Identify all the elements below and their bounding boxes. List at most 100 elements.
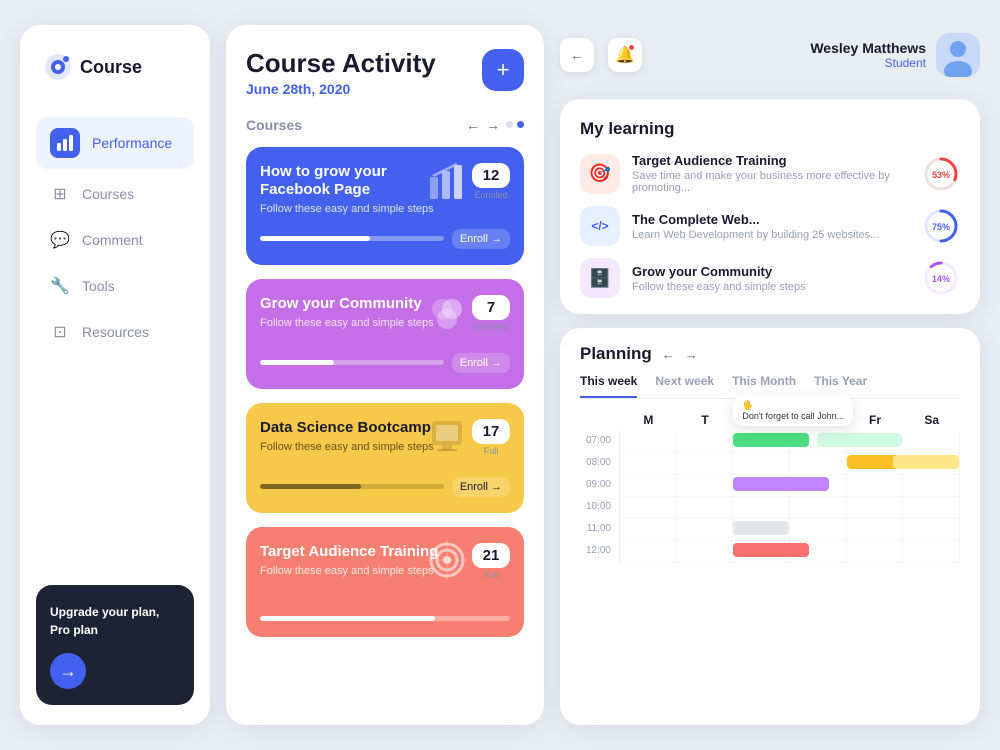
cal-header-t: T <box>677 409 734 431</box>
sidebar-item-comment[interactable]: 💬 Comment <box>36 219 194 261</box>
user-avatar <box>936 33 980 77</box>
sidebar-item-resources[interactable]: ⊡ Resources <box>36 311 194 353</box>
logo-icon <box>44 53 72 81</box>
courses-nav: Courses ← → <box>246 117 524 133</box>
event-tooltip: 🖐️ Don't forget to call John... <box>733 395 853 426</box>
panel-date: June 28th, 2020 <box>246 81 436 97</box>
course-card-fb[interactable]: How to grow your Facebook Page Follow th… <box>246 147 524 265</box>
svg-text:14%: 14% <box>932 274 950 284</box>
enroll-button-datascience[interactable]: Enroll → <box>452 477 510 497</box>
tools-icon: 🔧 <box>50 276 70 296</box>
count-badge-fb: 12 <box>472 163 510 188</box>
sidebar-item-performance-label: Performance <box>92 135 172 151</box>
back-button[interactable]: ← <box>560 38 594 72</box>
course-name-datascience: Data Science Bootcamp <box>260 419 434 437</box>
time-1200: 12:00 <box>580 541 620 563</box>
count-badge-target: 21 <box>472 543 510 568</box>
card-illustration-target <box>422 535 472 590</box>
time-0800: 08:00 <box>580 453 620 475</box>
count-label-target: Full <box>472 570 510 580</box>
course-name-target: Target Audience Training <box>260 543 438 561</box>
sidebar-item-courses[interactable]: ⊞ Courses <box>36 173 194 215</box>
notification-dot <box>628 44 635 51</box>
sidebar-logo: Course <box>36 53 194 81</box>
planning-panel: Planning ← → This week Next week This Mo… <box>560 328 980 725</box>
tab-next-week[interactable]: Next week <box>655 374 714 398</box>
progress-fill-community <box>260 360 334 365</box>
user-name: Wesley Matthews <box>810 40 926 56</box>
course-name-fb: How to grow your Facebook Page <box>260 163 440 199</box>
next-arrow-button[interactable]: → <box>486 117 500 133</box>
comment-icon: 💬 <box>50 230 70 250</box>
progress-fill-fb <box>260 236 370 241</box>
course-cards: How to grow your Facebook Page Follow th… <box>246 147 524 637</box>
card-illustration-community <box>422 289 472 344</box>
learning-icon-webdev: </> <box>580 206 620 246</box>
svg-text:75%: 75% <box>932 222 950 232</box>
li-desc-webdev: Learn Web Development by building 25 web… <box>632 229 910 241</box>
dot-2 <box>517 121 524 128</box>
planning-next-button[interactable]: → <box>685 347 698 362</box>
li-desc-target: Save time and make your business more ef… <box>632 170 910 194</box>
course-card-target[interactable]: Target Audience Training Follow these ea… <box>246 527 524 637</box>
count-label-datascience: Full <box>472 446 510 456</box>
li-title-target: Target Audience Training <box>632 153 910 168</box>
middle-panel: Course Activity June 28th, 2020 + Course… <box>226 25 544 725</box>
cal-header-sa: Sa <box>903 409 960 431</box>
planning-prev-button[interactable]: ← <box>662 347 675 362</box>
upgrade-text: Upgrade your plan, Pro plan <box>50 603 180 639</box>
learning-icon-community: 🗄️ <box>580 258 620 298</box>
count-label-fb: Enrolled <box>472 190 510 200</box>
notification-icon[interactable]: 🔔 <box>608 38 642 72</box>
course-name-community: Grow your Community <box>260 295 434 313</box>
course-card-datascience[interactable]: Data Science Bootcamp Follow these easy … <box>246 403 524 513</box>
time-0700: 07:00 <box>580 431 620 453</box>
sidebar-item-performance[interactable]: Performance <box>36 117 194 169</box>
user-info: Wesley Matthews Student <box>810 33 980 77</box>
enroll-button-fb[interactable]: Enroll → <box>452 229 510 249</box>
nav-arrows: ← → <box>466 117 524 133</box>
add-button[interactable]: + <box>482 49 524 91</box>
learning-items: 🎯 Target Audience Training Save time and… <box>580 153 960 298</box>
logo-text: Course <box>80 57 142 78</box>
time-0900: 09:00 <box>580 475 620 497</box>
top-bar: ← 🔔 Wesley Matthews Student <box>560 25 980 85</box>
time-1100: 11:00 <box>580 519 620 541</box>
card-illustration-fb <box>422 157 472 212</box>
user-role: Student <box>810 56 926 70</box>
learning-item-community[interactable]: 🗄️ Grow your Community Follow these easy… <box>580 258 960 298</box>
panel-header: Course Activity June 28th, 2020 + <box>246 49 524 97</box>
tab-this-week[interactable]: This week <box>580 374 637 398</box>
li-desc-community: Follow these easy and simple steps <box>632 281 910 293</box>
upgrade-button[interactable]: → <box>50 653 86 689</box>
pagination-dots <box>506 121 524 128</box>
course-desc-community: Follow these easy and simple steps <box>260 317 434 329</box>
learning-section-title: My learning <box>580 119 960 139</box>
progress-fill-target <box>260 616 435 621</box>
learning-item-target[interactable]: 🎯 Target Audience Training Save time and… <box>580 153 960 194</box>
cal-event-gray <box>733 521 789 535</box>
calendar-grid: M T W Th Fr Sa 07:00 🖐️ Don't forget t <box>580 409 960 563</box>
nav-items: Performance ⊞ Courses 💬 Comment 🔧 Tools … <box>36 117 194 569</box>
course-card-community[interactable]: Grow your Community Follow these easy an… <box>246 279 524 389</box>
course-desc-fb: Follow these easy and simple steps <box>260 203 440 215</box>
cal-event-green-ext <box>817 433 903 447</box>
cal-event-green <box>733 433 809 447</box>
prev-arrow-button[interactable]: ← <box>466 117 480 133</box>
progress-fill-datascience <box>260 484 361 489</box>
cal-header-m: M <box>620 409 677 431</box>
card-illustration-datascience <box>422 411 472 466</box>
count-label-community: Enrolled <box>472 322 510 332</box>
sidebar-item-courses-label: Courses <box>82 186 134 202</box>
progress-circle-target: 53% <box>922 155 960 193</box>
performance-icon <box>50 128 80 158</box>
svg-text:53%: 53% <box>932 170 950 180</box>
learning-panel: My learning 🎯 Target Audience Training S… <box>560 99 980 314</box>
sidebar-item-tools[interactable]: 🔧 Tools <box>36 265 194 307</box>
cal-event-yellow-ext <box>893 455 959 469</box>
enroll-button-community[interactable]: Enroll → <box>452 353 510 373</box>
app-container: Course Performance ⊞ Courses 💬 Comm <box>20 25 980 725</box>
li-title-community: Grow your Community <box>632 264 910 279</box>
learning-item-webdev[interactable]: </> The Complete Web... Learn Web Develo… <box>580 206 960 246</box>
course-desc-datascience: Follow these easy and simple steps <box>260 441 434 453</box>
